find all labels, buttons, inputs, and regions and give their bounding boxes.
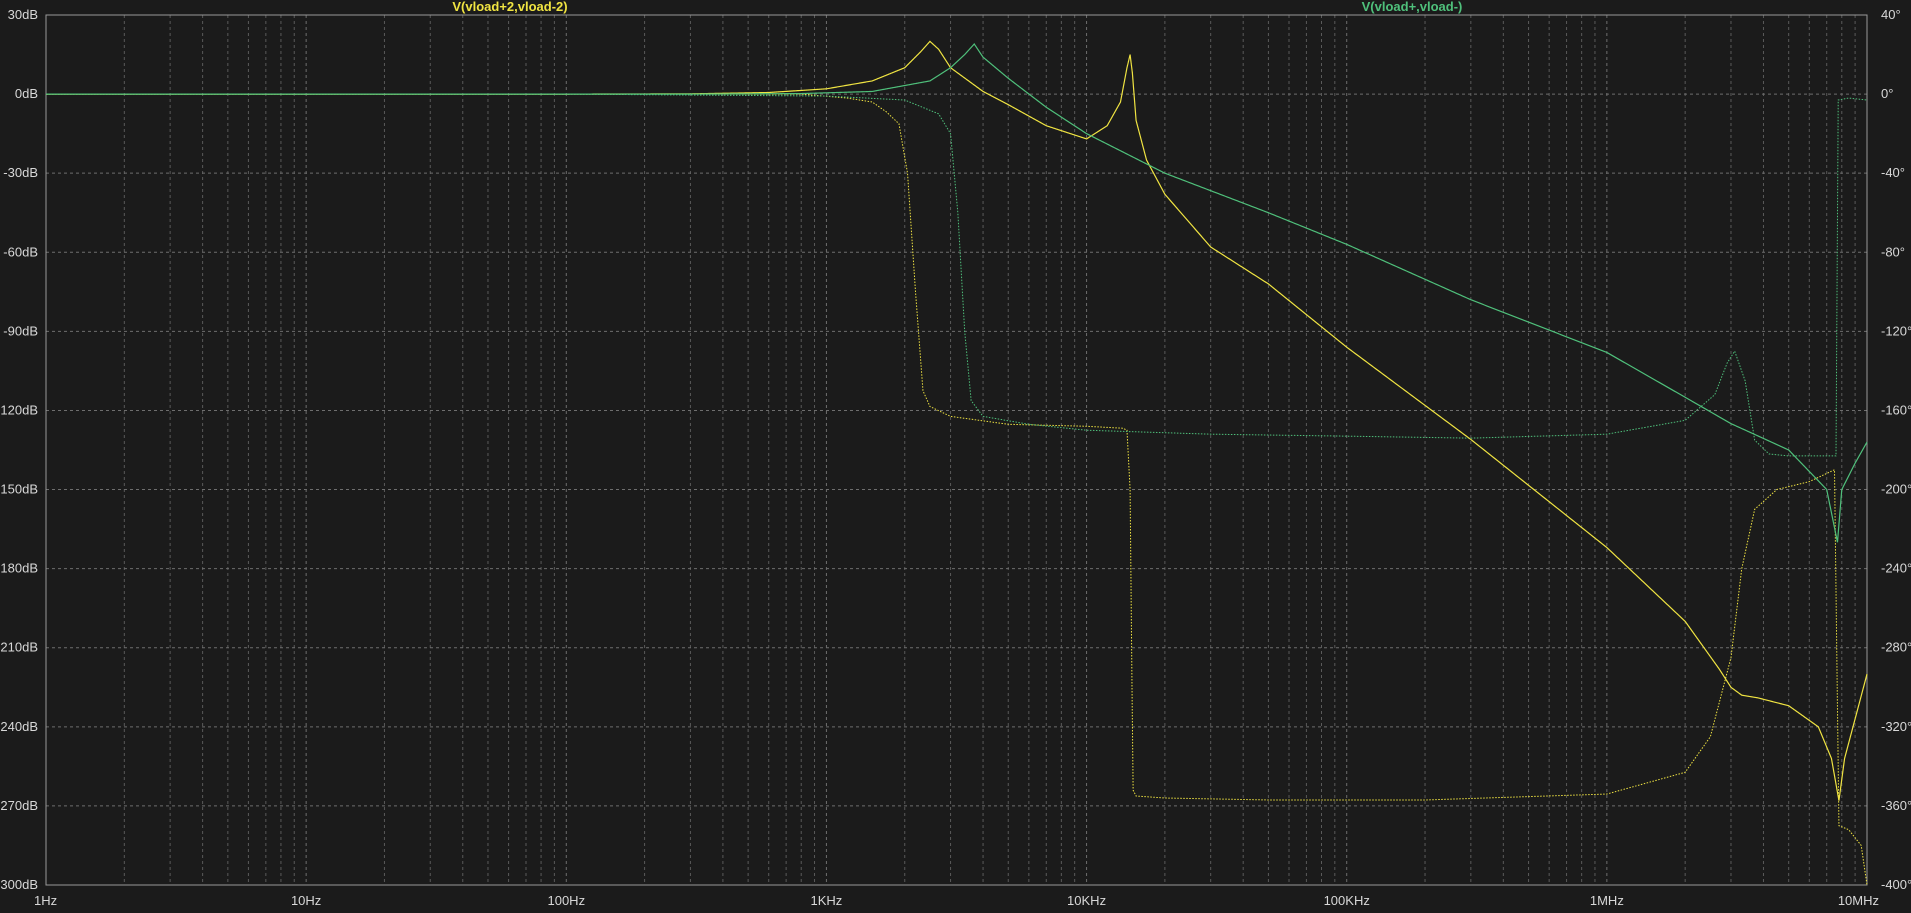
y-right-tick-label: -200°	[1881, 482, 1911, 497]
y-right-tick-label: -360°	[1881, 798, 1911, 813]
y-right-tick-label: -80°	[1881, 244, 1905, 259]
y-left-tick-label: -150dB	[0, 482, 38, 497]
x-tick-label: 1KHz	[811, 893, 843, 908]
x-tick-label: 100KHz	[1324, 893, 1370, 908]
x-tick-label: 10KHz	[1067, 893, 1106, 908]
y-right-tick-label: 40°	[1881, 7, 1901, 22]
y-left-tick-label: -270dB	[0, 798, 38, 813]
y-left-tick-label: -300dB	[0, 877, 38, 892]
y-left-tick-label: -180dB	[0, 561, 38, 576]
y-left-tick-label: -60dB	[3, 244, 38, 259]
y-right-tick-label: -40°	[1881, 165, 1905, 180]
y-left-tick-label: -90dB	[3, 323, 38, 338]
y-right-tick-label: -160°	[1881, 402, 1911, 417]
y-left-tick-label: -120dB	[0, 402, 38, 417]
trace-title: V(vload+2,vload-2)	[452, 0, 567, 14]
y-right-tick-label: -240°	[1881, 561, 1911, 576]
chart-background	[0, 0, 1911, 913]
y-left-tick-label: 30dB	[8, 7, 38, 22]
bode-plot: 1Hz 10Hz 100Hz 1KHz 10KHz 100KHz 1MHz 10MHz 30d…	[0, 0, 1911, 913]
trace-title: V(vload+,vload-)	[1362, 0, 1463, 14]
y-right-tick-label: -320°	[1881, 719, 1911, 734]
x-tick-label: 100Hz	[547, 893, 585, 908]
y-right-tick-label: -400°	[1881, 877, 1911, 892]
x-tick-label: 10Hz	[291, 893, 321, 908]
y-right-tick-label: -120°	[1881, 323, 1911, 338]
y-left-tick-label: -210dB	[0, 640, 38, 655]
x-tick-label: 1MHz	[1590, 893, 1624, 908]
x-tick-label: 10MHz	[1838, 893, 1879, 908]
y-right-tick-label: 0°	[1881, 86, 1893, 101]
y-left-tick-label: -30dB	[3, 165, 38, 180]
x-tick-label: 1Hz	[34, 893, 57, 908]
y-left-tick-label: 0dB	[15, 86, 38, 101]
y-left-tick-label: -240dB	[0, 719, 38, 734]
y-right-tick-label: -280°	[1881, 640, 1911, 655]
